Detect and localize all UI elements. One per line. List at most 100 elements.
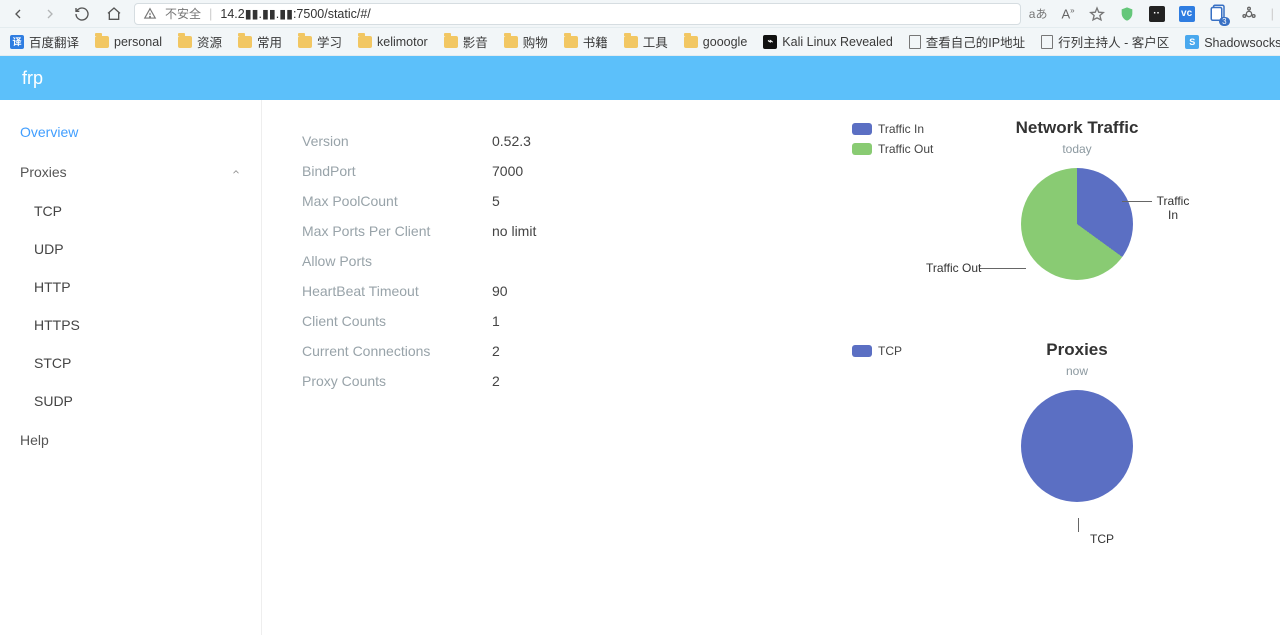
bookmark-label: 学习 (317, 32, 342, 51)
ssr-icon: S (1185, 35, 1199, 49)
form-row: Client Counts1 (302, 306, 792, 336)
form-value: no limit (492, 223, 536, 239)
form-label: HeartBeat Timeout (302, 283, 492, 299)
form-row: HeartBeat Timeout90 (302, 276, 792, 306)
bookmark-item[interactable]: 工具 (624, 32, 668, 51)
bookmark-item[interactable]: 行列主持人 - 客户区 (1041, 32, 1169, 51)
extension-icon-1[interactable]: ·· (1149, 6, 1165, 22)
folder-icon (358, 36, 372, 48)
bookmark-item[interactable]: 学习 (298, 32, 342, 51)
sidebar-item-proxies[interactable]: Proxies (0, 152, 261, 192)
overview-form: Version0.52.3BindPort7000Max PoolCount5M… (262, 100, 832, 635)
reload-button[interactable] (70, 2, 94, 26)
form-value: 2 (492, 373, 500, 389)
slice-label: TCP (1090, 532, 1114, 546)
sidebar-item-help[interactable]: Help (0, 420, 261, 460)
chart-title: Proxies (962, 340, 1192, 360)
pie-chart (1021, 168, 1133, 280)
form-row: Max Ports Per Clientno limit (302, 216, 792, 246)
sidebar-subitem-stcp[interactable]: STCP (0, 344, 261, 382)
bookmarks-bar: 译百度翻译 personal 资源 常用 学习 kelimotor 影音 购物 书籍 工具 gooo… (0, 28, 1280, 56)
bookmark-item[interactable]: 购物 (504, 32, 548, 51)
legend-swatch-icon (852, 345, 872, 357)
form-value: 5 (492, 193, 500, 209)
favorite-star-icon[interactable] (1089, 6, 1105, 22)
sidebar: Overview Proxies TCPUDPHTTPHTTPSSTCPSUDP… (0, 100, 262, 635)
form-label: Max Ports Per Client (302, 223, 492, 239)
brand: frp (22, 68, 43, 89)
form-label: Version (302, 133, 492, 149)
folder-icon (178, 36, 192, 48)
insecure-icon (143, 7, 157, 21)
back-button[interactable] (6, 2, 30, 26)
sidebar-subitem-sudp[interactable]: SUDP (0, 382, 261, 420)
bookmark-label: 购物 (523, 32, 548, 51)
bookmark-label: 影音 (463, 32, 488, 51)
browser-toolbar: 不安全 | 14.2▮▮.▮▮.▮▮:7500/static/#/ aあ A» … (0, 0, 1280, 28)
chart-title: Network Traffic (962, 118, 1192, 138)
insecure-label: 不安全 (165, 5, 201, 22)
folder-icon (504, 36, 518, 48)
legend-item: Traffic In (852, 122, 952, 136)
bookmark-item[interactable]: 查看自己的IP地址 (909, 32, 1025, 51)
kali-icon: ⌁ (763, 35, 777, 49)
form-value: 0.52.3 (492, 133, 531, 149)
bookmark-item[interactable]: 译百度翻译 (10, 32, 79, 51)
bookmark-label: gooogle (703, 35, 748, 49)
chart-subtitle: now (962, 364, 1192, 378)
text-size-icon[interactable]: A» (1061, 6, 1074, 21)
collections-icon[interactable]: 3 (1209, 3, 1227, 24)
form-row: BindPort7000 (302, 156, 792, 186)
extension-icon-2[interactable]: vc (1179, 6, 1195, 22)
form-value: 7000 (492, 163, 523, 179)
bookmark-item[interactable]: SShadowsocksR 多... (1185, 32, 1280, 51)
bookmark-label: 书籍 (583, 32, 608, 51)
address-bar[interactable]: 不安全 | 14.2▮▮.▮▮.▮▮:7500/static/#/ (134, 3, 1021, 25)
bookmark-label: 常用 (257, 32, 282, 51)
folder-icon (624, 36, 638, 48)
folder-icon (298, 36, 312, 48)
bookmark-item[interactable]: 书籍 (564, 32, 608, 51)
bookmark-item[interactable]: kelimotor (358, 35, 428, 49)
bookmark-label: 百度翻译 (29, 32, 79, 51)
chart-network-traffic: Traffic In Traffic Out Network Traffic t… (852, 118, 1260, 308)
chart-subtitle: today (962, 142, 1192, 156)
folder-icon (564, 36, 578, 48)
legend-swatch-icon (852, 123, 872, 135)
form-label: Max PoolCount (302, 193, 492, 209)
form-row: Proxy Counts2 (302, 366, 792, 396)
form-value: 90 (492, 283, 508, 299)
translate-icon[interactable]: aあ (1029, 5, 1048, 22)
legend-item: Traffic Out (852, 142, 952, 156)
sidebar-item-overview[interactable]: Overview (0, 112, 261, 152)
form-value: 1 (492, 313, 500, 329)
sidebar-subitem-http[interactable]: HTTP (0, 268, 261, 306)
bookmark-item[interactable]: gooogle (684, 35, 748, 49)
sidebar-subitem-udp[interactable]: UDP (0, 230, 261, 268)
sidebar-subitem-tcp[interactable]: TCP (0, 192, 261, 230)
bookmark-item[interactable]: ⌁Kali Linux Revealed (763, 35, 893, 49)
bookmark-item[interactable]: 常用 (238, 32, 282, 51)
bookmark-item[interactable]: 资源 (178, 32, 222, 51)
forward-button[interactable] (38, 2, 62, 26)
home-button[interactable] (102, 2, 126, 26)
page-icon (909, 35, 921, 49)
app-header: frp (0, 56, 1280, 100)
form-row: Current Connections2 (302, 336, 792, 366)
extensions-menu-icon[interactable] (1241, 6, 1257, 22)
bookmark-label: 资源 (197, 32, 222, 51)
folder-icon (444, 36, 458, 48)
slice-label: Traffic In (1154, 194, 1192, 222)
form-row: Allow Ports (302, 246, 792, 276)
shield-icon[interactable] (1119, 6, 1135, 22)
bookmark-item[interactable]: 影音 (444, 32, 488, 51)
bookmark-item[interactable]: personal (95, 35, 162, 49)
legend-item: TCP (852, 344, 952, 358)
form-label: Proxy Counts (302, 373, 492, 389)
chart-proxies: TCP Proxies now TCP (852, 340, 1260, 530)
chevron-up-icon (231, 167, 241, 177)
sidebar-subitem-https[interactable]: HTTPS (0, 306, 261, 344)
bookmark-label: 工具 (643, 32, 668, 51)
form-label: Allow Ports (302, 253, 492, 269)
bookmark-label: kelimotor (377, 35, 428, 49)
